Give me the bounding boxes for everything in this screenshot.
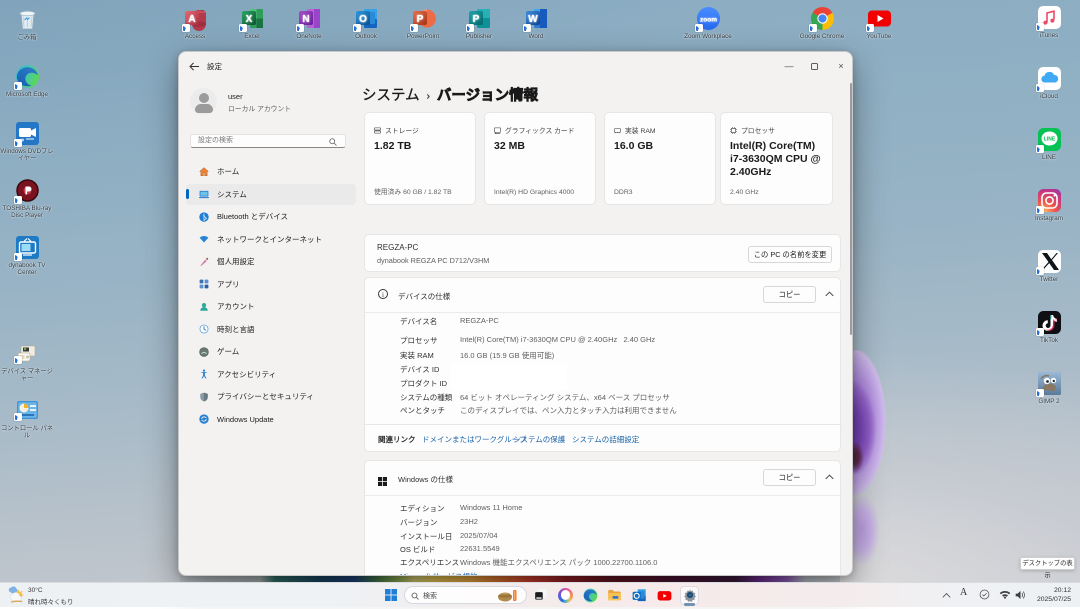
svg-text:LINE: LINE bbox=[1043, 137, 1055, 143]
svg-text:zoom: zoom bbox=[700, 17, 717, 24]
